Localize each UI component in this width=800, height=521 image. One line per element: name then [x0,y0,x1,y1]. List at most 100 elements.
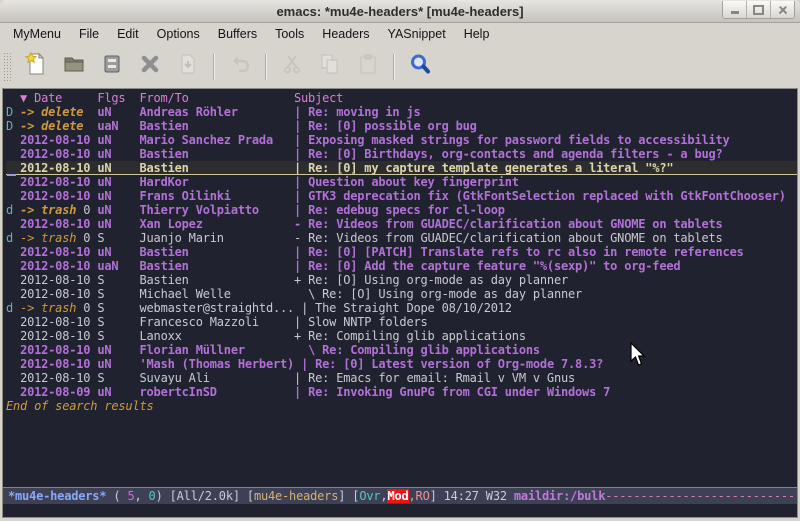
flags-column: uN [97,147,139,161]
toolbar-drag-handle[interactable] [3,52,11,82]
flags-column: S [97,315,139,329]
close-button[interactable] [770,1,794,18]
message-row[interactable]: 2012-08-10 uN Bastien | Re: [0] Birthday… [6,147,797,161]
message-row[interactable]: 2012-08-10 S Suvayu Ali | Re: Emacs for … [6,371,797,385]
flags-column: uN [97,161,139,175]
buffer-empty-space [3,413,797,487]
message-row[interactable]: 2012-08-10 S Bastien + Re: [O] Using org… [6,273,797,287]
from-column: Michael Welle [140,287,295,301]
menu-item-yasnippet[interactable]: YASnippet [379,23,455,46]
date-column: 2012-08-10 [20,371,90,385]
delete-button[interactable] [131,51,169,83]
message-row[interactable]: 2012-08-10 S Michael Welle \ Re: [O] Usi… [6,287,797,301]
mark-column: d [6,301,20,315]
subject-column: | Re: Emacs for email: Rmail v VM v Gnus [294,371,575,385]
subject-column: | Re: [0] Birthdays, org-contacts and ag… [294,147,723,161]
message-row[interactable]: D -> delete uN Andreas Röhler | Re: movi… [6,105,797,119]
mark-column [6,273,20,287]
date-column: 2012-08-10 [20,287,90,301]
mark-column [6,315,20,329]
menu-item-file[interactable]: File [70,23,108,46]
date-column: -> trash [20,203,76,217]
message-row[interactable]: 2012-08-10 uN Mario Sanchez Prada | Expo… [6,133,797,147]
minimize-button[interactable] [723,1,746,18]
tool-bar [0,46,800,88]
from-column: Frans Oilinki [140,189,295,203]
flags-column: uN [97,357,139,371]
message-row[interactable]: 2012-08-10 S Francesco Mazzoli | Slow NN… [6,315,797,329]
from-column: robertcInSD [140,385,295,399]
from-column: Florian Müllner [140,343,295,357]
from-column: HardKor [140,175,295,189]
subject-column: | Re: [0] [PATCH] Translate refs to rc a… [294,245,744,259]
flags-column: S [97,301,139,315]
subject-column: | GTK3 deprecation fix (GtkFontSelection… [294,189,786,203]
cut-icon [280,52,304,81]
flags-column: uN [97,133,139,147]
title-bar[interactable]: emacs: *mu4e-headers* [mu4e-headers] [0,0,800,23]
flags-column: uaN [97,119,139,133]
close-icon [778,5,788,15]
menu-item-edit[interactable]: Edit [108,23,148,46]
message-row[interactable]: D -> delete uaN Bastien | Re: [0] possib… [6,119,797,133]
open-folder-button[interactable] [55,51,93,83]
subject-column: + Re: [O] Using org-mode as day planner [294,273,568,287]
message-row[interactable]: 2012-08-10 uN Florian Müllner \ Re: Comp… [6,343,797,357]
save-button[interactable] [93,51,131,83]
menu-item-mymenu[interactable]: MyMenu [4,23,70,46]
flags-column: uN [97,105,139,119]
flags-column: uN [97,203,139,217]
save-as-button [169,51,207,83]
modeline-segment: [All/2.0k] [170,489,247,503]
modeline-segment: *mu4e-headers* [8,489,106,503]
message-row[interactable]: 2012-08-10 uN HardKor | Question about k… [6,175,797,189]
modeline-segment: Mod [387,489,408,503]
mark-column [6,329,20,343]
from-column: Bastien [140,245,295,259]
undo-icon [228,52,252,81]
subject-column: | Re: Invoking GnuPG from CGI under Wind… [294,385,610,399]
menu-item-tools[interactable]: Tools [266,23,313,46]
message-row[interactable]: d -> trash 0 uN Thierry Volpiatto | Re: … [6,203,797,217]
menu-item-headers[interactable]: Headers [313,23,378,46]
paste-icon [356,52,380,81]
menu-item-buffers[interactable]: Buffers [209,23,266,46]
modeline-segment: , [134,489,148,503]
search-button[interactable] [401,51,439,83]
message-row[interactable]: 2012-08-10 uN Frans Oilinki | GTK3 depre… [6,189,797,203]
date-column: 2012-08-10 [20,315,90,329]
message-row[interactable]: d -> trash 0 S webmaster@straightd... | … [6,301,797,315]
message-list: D -> delete uN Andreas Röhler | Re: movi… [3,105,797,399]
message-row[interactable]: d -> trash 0 S Juanjo Marin - Re: Videos… [6,231,797,245]
date-pad [83,119,97,133]
message-row[interactable]: 2012-08-10 uN Xan Lopez - Re: Videos fro… [6,217,797,231]
message-row[interactable]: 2012-08-09 uN robertcInSD | Re: Invoking… [6,385,797,399]
message-row[interactable]: 2012-08-10 uN Bastien | Re: [0] [PATCH] … [6,245,797,259]
message-row[interactable]: 2012-08-10 uN Bastien | Re: [0] my captu… [6,161,797,175]
from-column: 'Mash (Thomas Herbert) [140,357,302,371]
message-row[interactable]: 2012-08-10 uaN Bastien | Re: [0] Add the… [6,259,797,273]
modeline-segment: ) [156,489,170,503]
mark-column [6,189,20,203]
from-column: Bastien [140,161,295,175]
end-of-search-marker: End of search results [3,399,797,413]
message-row[interactable]: 2012-08-10 uN 'Mash (Thomas Herbert) | R… [6,357,797,371]
cut-button [273,51,311,83]
mark-column [6,245,20,259]
mark-column [6,371,20,385]
date-column: -> trash [20,231,76,245]
minimize-icon [731,11,739,14]
menu-item-options[interactable]: Options [148,23,209,46]
maximize-button[interactable] [746,1,770,18]
mark-column [6,217,20,231]
mark-column [6,259,20,273]
new-document-button[interactable] [17,51,55,83]
modeline-segment: maildir:/bulk [514,489,605,503]
menu-item-help[interactable]: Help [455,23,499,46]
flags-column: uN [97,217,139,231]
from-column: Bastien [140,273,295,287]
mark-column: d [6,231,20,245]
message-row[interactable]: 2012-08-10 S Lanoxx + Re: Compiling glib… [6,329,797,343]
mu4e-headers-buffer[interactable]: ▼ Date Flgs From/To Subject D -> delete … [2,88,798,518]
from-column: Bastien [140,147,295,161]
